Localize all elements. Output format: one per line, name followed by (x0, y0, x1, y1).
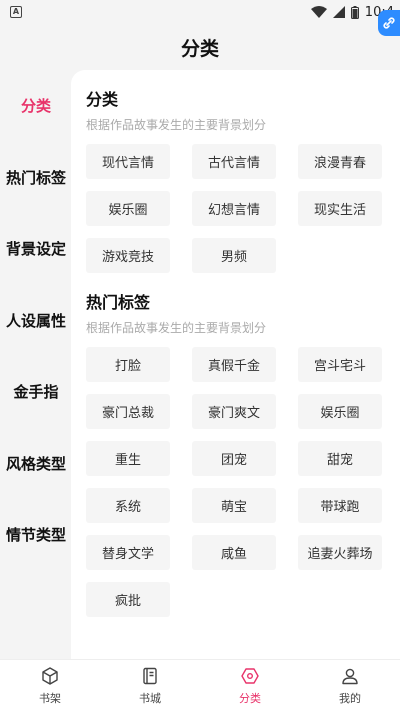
wifi-icon (310, 6, 327, 18)
section-subtitle: 根据作品故事发生的主要背景划分 (86, 321, 267, 335)
tag-chip[interactable]: 疯批 (86, 582, 170, 617)
content-panel: 分类 根据作品故事发生的主要背景划分 现代言情 古代言情 浪漫青春 娱乐圈 幻想… (71, 70, 400, 660)
sidebar-item-golden-finger[interactable]: 金手指 (0, 356, 72, 428)
tag-chip[interactable]: 萌宝 (192, 488, 276, 523)
sidebar-item-plot-type[interactable]: 情节类型 (0, 499, 72, 571)
battery-icon (350, 5, 359, 19)
sidebar-item-category[interactable]: 分类 (0, 70, 72, 142)
tab-bookstore[interactable]: 书城 (100, 660, 200, 712)
sidebar-item-character-attributes[interactable]: 人设属性 (0, 285, 72, 357)
tag-chip[interactable]: 现实生活 (298, 191, 382, 226)
tab-bookshelf[interactable]: 书架 (0, 660, 100, 712)
tag-chip[interactable]: 系统 (86, 488, 170, 523)
tag-chip[interactable]: 带球跑 (298, 488, 382, 523)
tag-chip[interactable]: 男频 (192, 238, 276, 273)
floating-link-button[interactable] (378, 10, 400, 36)
sidebar-item-hot-tags[interactable]: 热门标签 (0, 142, 72, 214)
bottom-tab-bar: 书架 书城 分类 我的 (0, 659, 400, 712)
tag-chip[interactable]: 替身文学 (86, 535, 170, 570)
book-icon (143, 667, 157, 685)
tag-chip[interactable]: 游戏竞技 (86, 238, 170, 273)
tag-chip[interactable]: 甜宠 (298, 441, 382, 476)
link-icon (383, 17, 395, 29)
user-icon (342, 668, 358, 685)
tab-mine[interactable]: 我的 (300, 660, 400, 712)
tag-grid: 打脸 真假千金 宫斗宅斗 豪门总裁 豪门爽文 娱乐圈 重生 团宠 甜宠 系统 萌… (86, 347, 384, 617)
status-bar: A 10:4 (0, 0, 400, 24)
sidebar-item-background[interactable]: 背景设定 (0, 213, 72, 285)
section-subtitle: 根据作品故事发生的主要背景划分 (86, 118, 267, 132)
signal-icon (332, 6, 345, 18)
notification-icon: A (10, 6, 22, 18)
cube-icon (42, 667, 58, 685)
tag-chip[interactable]: 娱乐圈 (86, 191, 170, 226)
tag-chip[interactable]: 现代言情 (86, 144, 170, 179)
tag-chip[interactable]: 咸鱼 (192, 535, 276, 570)
tag-chip[interactable]: 团宠 (192, 441, 276, 476)
tab-label: 分类 (239, 692, 261, 705)
tag-grid: 现代言情 古代言情 浪漫青春 娱乐圈 幻想言情 现实生活 游戏竞技 男频 (86, 144, 384, 273)
tag-chip[interactable]: 幻想言情 (192, 191, 276, 226)
section-title: 热门标签 (86, 293, 151, 312)
sidebar-item-style-type[interactable]: 风格类型 (0, 428, 72, 500)
page-title: 分类 (180, 38, 219, 60)
tag-chip[interactable]: 浪漫青春 (298, 144, 382, 179)
tab-category[interactable]: 分类 (200, 660, 300, 712)
section-title: 分类 (86, 90, 119, 109)
tag-chip[interactable]: 追妻火葬场 (298, 535, 382, 570)
category-sidebar: 分类 热门标签 背景设定 人设属性 金手指 风格类型 情节类型 (0, 70, 72, 571)
section-category: 分类 根据作品故事发生的主要背景划分 现代言情 古代言情 浪漫青春 娱乐圈 幻想… (86, 86, 384, 273)
tab-label: 我的 (339, 692, 361, 705)
tag-chip[interactable]: 真假千金 (192, 347, 276, 382)
tag-chip[interactable]: 娱乐圈 (298, 394, 382, 429)
tag-chip[interactable]: 重生 (86, 441, 170, 476)
tag-chip[interactable]: 打脸 (86, 347, 170, 382)
section-hot-tags: 热门标签 根据作品故事发生的主要背景划分 打脸 真假千金 宫斗宅斗 豪门总裁 豪… (86, 289, 384, 617)
tag-chip[interactable]: 古代言情 (192, 144, 276, 179)
tab-label: 书架 (39, 692, 61, 705)
hexagon-icon (241, 668, 259, 684)
tag-chip[interactable]: 宫斗宅斗 (298, 347, 382, 382)
tag-chip[interactable]: 豪门爽文 (192, 394, 276, 429)
tag-chip[interactable]: 豪门总裁 (86, 394, 170, 429)
tab-label: 书城 (139, 692, 161, 705)
